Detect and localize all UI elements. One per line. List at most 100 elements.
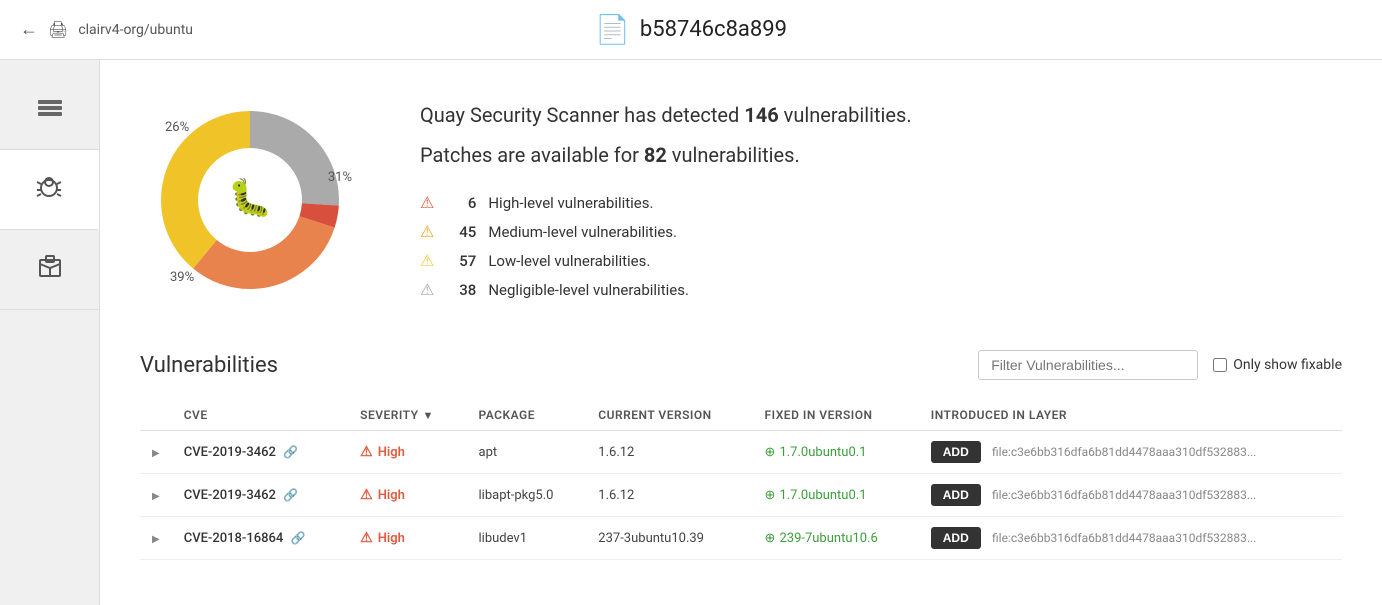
table-row: ▶ CVE-2019-3462 🔗 ⚠ High libapt-pkg5.0: [140, 474, 1342, 517]
printer-icon[interactable]: 🖨: [48, 20, 68, 39]
table-row: ▶ CVE-2018-16864 🔗 ⚠ High libudev1: [140, 517, 1342, 560]
detected-count: 146: [744, 103, 778, 127]
vuln-section-header: Vulnerabilities Only show fixable: [140, 350, 1342, 380]
expand-row-2[interactable]: ▶: [152, 491, 160, 502]
detected-text: Quay Security Scanner has detected 146 v…: [420, 101, 1342, 129]
warning-negligible-icon: ⚠: [420, 280, 434, 299]
fixed-version-2: ⊕ 1.7.0ubuntu0.1: [765, 488, 907, 503]
stat-medium: ⚠ 45 Medium-level vulnerabilities.: [420, 222, 1342, 241]
sidebar-item-packages[interactable]: [0, 230, 99, 310]
th-expand: [140, 400, 172, 431]
fix-icon-1: ⊕: [765, 445, 776, 460]
severity-warning-icon-1: ⚠: [360, 444, 373, 460]
donut-label-medium: 31%: [328, 170, 352, 185]
filter-vulnerabilities-input[interactable]: [978, 350, 1198, 380]
patches-text: Patches are available for 82 vulnerabili…: [420, 141, 1342, 169]
layer-text-1: file:c3e6bb316dfa6b81dd4478aaa310df53288…: [992, 445, 1256, 459]
stat-low: ⚠ 57 Low-level vulnerabilities.: [420, 251, 1342, 270]
layer-text-2: file:c3e6bb316dfa6b81dd4478aaa310df53288…: [992, 488, 1256, 502]
th-package: PACKAGE: [467, 400, 587, 431]
table-header: CVE SEVERITY ▼ PACKAGE CURRENT V: [140, 400, 1342, 431]
package-1: apt: [467, 431, 587, 474]
fix-icon-3: ⊕: [765, 531, 776, 546]
high-label: High-level vulnerabilities.: [488, 194, 653, 212]
external-link-icon-3[interactable]: 🔗: [291, 531, 306, 545]
stat-high: ⚠ 6 High-level vulnerabilities.: [420, 193, 1342, 212]
patches-prefix: Patches are available for: [420, 143, 639, 167]
summary-section: 🐛 26% 31% 39% Quay Security Scanner has …: [140, 90, 1342, 310]
sidebar-item-security[interactable]: [0, 150, 99, 230]
file-icon: 📄: [595, 13, 630, 46]
cve-id-2: CVE-2019-3462: [184, 488, 276, 503]
th-fixed-version: FIXED IN VERSION: [753, 400, 919, 431]
vuln-title: Vulnerabilities: [140, 353, 278, 378]
negligible-count: 38: [446, 281, 476, 299]
donut-chart: 🐛 26% 31% 39%: [140, 90, 360, 310]
current-version-2: 1.6.12: [586, 474, 752, 517]
severity-badge-3: ⚠ High: [360, 530, 454, 546]
header-center: 📄 b58746c8a899: [595, 13, 787, 46]
patches-suffix: vulnerabilities.: [672, 143, 800, 167]
severity-badge-2: ⚠ High: [360, 487, 454, 503]
app-header: ← 🖨 clairv4-org/ubuntu 📄 b58746c8a899: [0, 0, 1382, 60]
layer-cell-3: ADD file:c3e6bb316dfa6b81dd4478aaa310df5…: [919, 517, 1342, 560]
warning-low-icon: ⚠: [420, 251, 434, 270]
stat-negligible: ⚠ 38 Negligible-level vulnerabilities.: [420, 280, 1342, 299]
vuln-section: Vulnerabilities Only show fixable CVE: [140, 350, 1342, 560]
add-button-1[interactable]: ADD: [931, 441, 981, 463]
low-label: Low-level vulnerabilities.: [488, 252, 650, 270]
severity-warning-icon-2: ⚠: [360, 487, 373, 503]
summary-text: Quay Security Scanner has detected 146 v…: [420, 101, 1342, 299]
fixable-filter-label[interactable]: Only show fixable: [1213, 357, 1342, 373]
add-button-3[interactable]: ADD: [931, 527, 981, 549]
cve-id-3: CVE-2018-16864: [184, 531, 284, 546]
page-title: b58746c8a899: [640, 17, 787, 42]
th-severity[interactable]: SEVERITY ▼: [348, 400, 466, 431]
high-count: 6: [446, 194, 476, 212]
fixable-checkbox[interactable]: [1213, 358, 1227, 372]
table-row: ▶ CVE-2019-3462 🔗 ⚠ High apt 1.6.: [140, 431, 1342, 474]
donut-label-negligible: 26%: [165, 120, 189, 135]
th-cve: CVE: [172, 400, 348, 431]
sidebar-item-layers[interactable]: [0, 70, 99, 150]
detected-suffix: vulnerabilities.: [784, 103, 912, 127]
medium-count: 45: [446, 223, 476, 241]
expand-row-1[interactable]: ▶: [152, 448, 160, 459]
patches-count: 82: [644, 143, 667, 167]
external-link-icon-2[interactable]: 🔗: [283, 488, 298, 502]
donut-label-low: 39%: [170, 270, 194, 285]
th-introduced: INTRODUCED IN LAYER: [919, 400, 1342, 431]
breadcrumb: clairv4-org/ubuntu: [78, 22, 193, 38]
back-button[interactable]: ←: [20, 19, 38, 40]
vulnerabilities-table: CVE SEVERITY ▼ PACKAGE CURRENT V: [140, 400, 1342, 560]
main-content: 🐛 26% 31% 39% Quay Security Scanner has …: [100, 60, 1382, 605]
sort-icon: ▼: [423, 409, 434, 422]
warning-medium-icon: ⚠: [420, 222, 434, 241]
svg-text:🐛: 🐛: [228, 177, 273, 219]
current-version-3: 237-3ubuntu10.39: [586, 517, 752, 560]
add-button-2[interactable]: ADD: [931, 484, 981, 506]
package-2: libapt-pkg5.0: [467, 474, 587, 517]
severity-badge-1: ⚠ High: [360, 444, 454, 460]
th-current-version: CURRENT VERSION: [586, 400, 752, 431]
table-body: ▶ CVE-2019-3462 🔗 ⚠ High apt 1.6.: [140, 431, 1342, 560]
layer-cell-1: ADD file:c3e6bb316dfa6b81dd4478aaa310df5…: [919, 431, 1342, 474]
negligible-label: Negligible-level vulnerabilities.: [488, 281, 689, 299]
low-count: 57: [446, 252, 476, 270]
vuln-stats: ⚠ 6 High-level vulnerabilities. ⚠ 45 Med…: [420, 193, 1342, 299]
header-left: ← 🖨 clairv4-org/ubuntu: [20, 19, 193, 40]
severity-warning-icon-3: ⚠: [360, 530, 373, 546]
package-icon: [34, 250, 66, 289]
layer-text-3: file:c3e6bb316dfa6b81dd4478aaa310df53288…: [992, 531, 1256, 545]
fixable-text: Only show fixable: [1233, 357, 1342, 373]
cve-id-1: CVE-2019-3462: [184, 445, 276, 460]
detected-prefix: Quay Security Scanner has detected: [420, 103, 739, 127]
external-link-icon-1[interactable]: 🔗: [283, 445, 298, 459]
warning-high-icon: ⚠: [420, 193, 434, 212]
fixed-version-3: ⊕ 239-7ubuntu10.6: [765, 531, 907, 546]
expand-row-3[interactable]: ▶: [152, 534, 160, 545]
layers-icon: [34, 90, 66, 129]
medium-label: Medium-level vulnerabilities.: [488, 223, 677, 241]
main-layout: 🐛 26% 31% 39% Quay Security Scanner has …: [0, 60, 1382, 605]
layer-cell-2: ADD file:c3e6bb316dfa6b81dd4478aaa310df5…: [919, 474, 1342, 517]
